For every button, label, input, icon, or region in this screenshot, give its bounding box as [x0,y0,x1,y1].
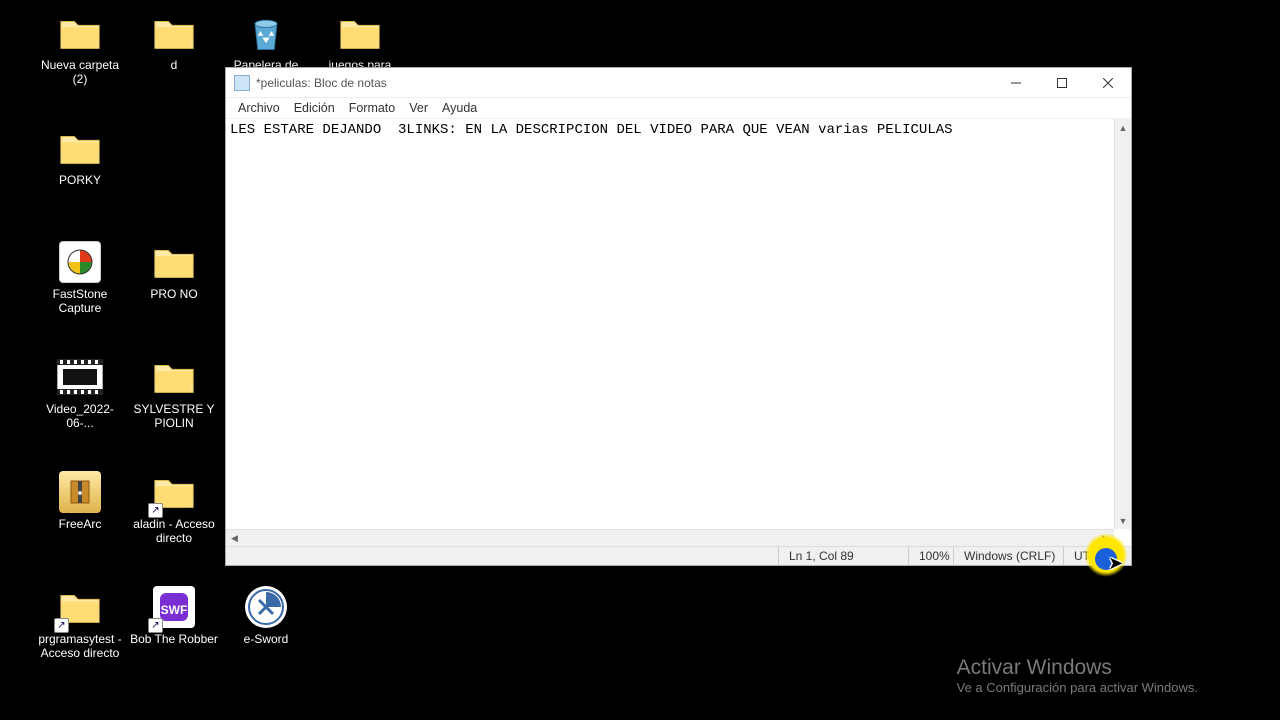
notepad-app-icon [234,75,250,91]
desktop-icon-label: Nueva carpeta (2) [36,59,124,87]
desktop-icon-aladin-acceso-directo[interactable]: ↗aladin - Acceso directo [130,468,218,546]
status-eol: Windows (CRLF) [953,547,1063,565]
desktop-icon-prgramasytest-acceso-directo[interactable]: ↗prgramasytest - Acceso directo [36,583,124,661]
close-button[interactable] [1085,68,1131,97]
sword-icon [242,583,290,631]
desktop-icon-d[interactable]: d [130,9,218,73]
desktop-icon-label: aladin - Acceso directo [130,518,218,546]
folder_shortcut-icon: ↗ [56,583,104,631]
window-title: *peliculas: Bloc de notas [256,76,993,90]
desktop-icon-label: e-Sword [244,633,289,647]
minimize-button[interactable] [993,68,1039,97]
shortcut-overlay-icon: ↗ [148,503,163,518]
folder-icon [336,9,384,57]
menu-formato[interactable]: Formato [342,99,403,117]
freearc-icon [56,468,104,516]
folder-icon [56,124,104,172]
shortcut-overlay-icon: ↗ [148,618,163,633]
svg-text:SWF: SWF [161,603,188,617]
desktop-icon-bob-the-robber[interactable]: SWF↗Bob The Robber [130,583,218,647]
desktop-icon-pro-no[interactable]: PRO NO [130,238,218,302]
desktop-icon-papelera-de[interactable]: Papelera de [222,9,310,73]
bob-icon: SWF↗ [150,583,198,631]
desktop-icon-label: prgramasytest - Acceso directo [36,633,124,661]
menu-ayuda[interactable]: Ayuda [435,99,484,117]
desktop-icon-label: d [171,59,178,73]
scrollbar-horizontal[interactable]: ◀ ▶ [226,529,1114,546]
desktop-icon-video-2022-06[interactable]: Video_2022-06-... [36,353,124,431]
desktop-icon-label: FastStone Capture [36,288,124,316]
desktop-icon-label: SYLVESTRE Y PIOLIN [130,403,218,431]
folder-icon [150,238,198,286]
notepad-window: *peliculas: Bloc de notas ArchivoEdición… [225,67,1132,566]
video-icon [56,353,104,401]
desktop-icon-sylvestre-y-piolin[interactable]: SYLVESTRE Y PIOLIN [130,353,218,431]
status-position: Ln 1, Col 89 [778,547,908,565]
shortcut-overlay-icon: ↗ [54,618,69,633]
faststone-icon [56,238,104,286]
maximize-button[interactable] [1039,68,1085,97]
scroll-right-icon[interactable]: ▶ [1097,530,1114,546]
statusbar: Ln 1, Col 89 100% Windows (CRLF) UTF-8 [226,546,1131,565]
folder_shortcut-icon: ↗ [150,468,198,516]
titlebar[interactable]: *peliculas: Bloc de notas [226,68,1131,98]
menu-archivo[interactable]: Archivo [231,99,287,117]
status-zoom: 100% [908,547,953,565]
watermark-subtitle: Ve a Configuración para activar Windows. [957,680,1198,695]
folder-icon [150,353,198,401]
folder-icon [150,9,198,57]
menubar: ArchivoEdiciónFormatoVerAyuda [226,98,1131,119]
desktop-icon-label: Bob The Robber [130,633,218,647]
status-encoding: UTF-8 [1063,547,1131,565]
desktop-icon-nueva-carpeta-2[interactable]: Nueva carpeta (2) [36,9,124,87]
text-area[interactable]: LES ESTARE DEJANDO 3LINKS: EN LA DESCRIP… [226,119,1131,546]
desktop-icon-freearc[interactable]: FreeArc [36,468,124,532]
desktop-icon-label: PRO NO [150,288,197,302]
desktop-icon-faststone-capture[interactable]: FastStone Capture [36,238,124,316]
scroll-left-icon[interactable]: ◀ [226,530,243,546]
desktop-icon-label: PORKY [59,174,101,188]
scroll-down-icon[interactable]: ▼ [1115,512,1131,529]
menu-ver[interactable]: Ver [402,99,435,117]
scroll-up-icon[interactable]: ▲ [1115,119,1131,136]
window-controls [993,68,1131,97]
scrollbar-vertical[interactable]: ▲ ▼ [1114,119,1131,529]
activate-windows-watermark: Activar Windows Ve a Configuración para … [957,656,1198,695]
menu-edicion[interactable]: Edición [287,99,342,117]
desktop-icon-label: FreeArc [59,518,102,532]
desktop-icon-label: Video_2022-06-... [36,403,124,431]
folder-icon [56,9,104,57]
recycle-icon [242,9,290,57]
desktop-icon-e-sword[interactable]: e-Sword [222,583,310,647]
watermark-title: Activar Windows [957,656,1198,680]
desktop-icon-porky[interactable]: PORKY [36,124,124,188]
